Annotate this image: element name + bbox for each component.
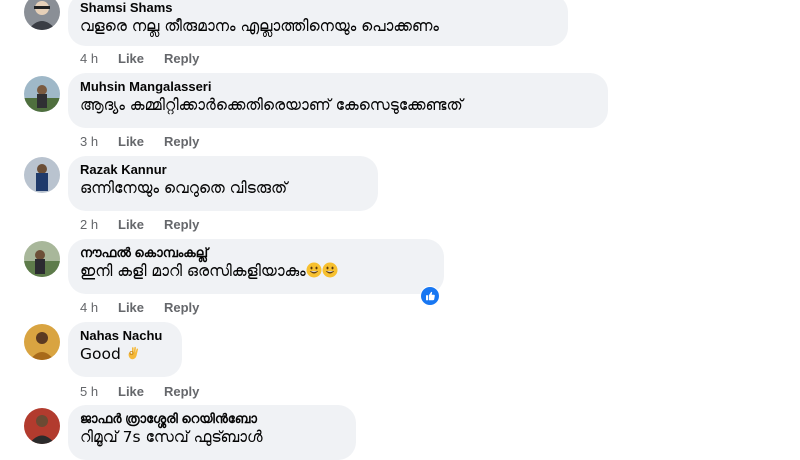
ok-hand-icon xyxy=(128,346,138,360)
comment-actions: 4 h Like Reply xyxy=(80,51,199,67)
comment-bubble: Shamsi Shams വളരെ നല്ല തീരുമാനം എല്ലാത്ത… xyxy=(68,0,568,46)
avatar[interactable] xyxy=(24,76,60,112)
reply-button[interactable]: Reply xyxy=(164,51,199,67)
grinning-face-icon xyxy=(306,262,322,278)
comment-text-content: Good xyxy=(80,345,121,363)
comment-time[interactable]: 3 h xyxy=(80,134,118,150)
comment-bubble: Nahas Nachu Good xyxy=(68,322,182,377)
comment-text: ഇനി കളി മാറി ഒരസികളിയാകും xyxy=(80,261,432,282)
comment-text-content: ഇനി കളി മാറി ഒരസികളിയാകും xyxy=(80,262,306,280)
avatar[interactable] xyxy=(24,0,60,30)
comment-time[interactable]: 5 h xyxy=(80,384,118,400)
comment-actions: 4 h Like Reply xyxy=(80,300,199,316)
comment-author[interactable]: Shamsi Shams xyxy=(80,0,556,16)
comment-time[interactable]: 4 h xyxy=(80,51,118,67)
comment-text: റിമൂവ് 7s സേവ് ഫുട്ബാൾ xyxy=(80,428,263,446)
comment-actions: 2 h Like Reply xyxy=(80,217,199,233)
comment-actions: 3 h Like Reply xyxy=(80,134,199,150)
comment-text: ഒന്നിനേയും വെറുതെ വിടരുത് xyxy=(80,179,288,197)
like-button[interactable]: Like xyxy=(118,300,164,316)
grinning-face-icon xyxy=(322,262,338,278)
comment-author[interactable]: Nahas Nachu xyxy=(80,328,170,344)
like-reaction-icon xyxy=(421,287,439,305)
like-button[interactable]: Like xyxy=(118,217,164,233)
reply-button[interactable]: Reply xyxy=(164,300,199,316)
like-button[interactable]: Like xyxy=(118,51,164,67)
comment-author[interactable]: Muhsin Mangalasseri xyxy=(80,79,596,95)
comment-bubble: Razak Kannur ഒന്നിനേയും വെറുതെ വിടരുത് xyxy=(68,156,378,211)
comment-bubble: Muhsin Mangalasseri ആദ്യം കമ്മിറ്റിക്കാർ… xyxy=(68,73,608,128)
reaction-badge[interactable] xyxy=(420,286,440,306)
avatar[interactable] xyxy=(24,324,60,360)
reply-button[interactable]: Reply xyxy=(164,217,199,233)
comment-actions: 5 h Like Reply xyxy=(80,384,199,400)
avatar[interactable] xyxy=(24,408,60,444)
reply-button[interactable]: Reply xyxy=(164,384,199,400)
comment-author[interactable]: Razak Kannur xyxy=(80,162,366,178)
comment-author[interactable]: ജാഫർ ത്രാശ്ശേരി റെയിൻബോ xyxy=(80,411,344,427)
like-button[interactable]: Like xyxy=(118,384,164,400)
comment-text: വളരെ നല്ല തീരുമാനം എല്ലാത്തിനെയും പൊക്കണ… xyxy=(80,17,439,35)
comment-time[interactable]: 4 h xyxy=(80,300,118,316)
reply-button[interactable]: Reply xyxy=(164,134,199,150)
comment-time[interactable]: 2 h xyxy=(80,217,118,233)
comment-bubble: നൗഫൽ കൊമ്പംകല്ല് ഇനി കളി മാറി ഒരസികളിയാക… xyxy=(68,239,444,294)
like-button[interactable]: Like xyxy=(118,134,164,150)
comment-text: ആദ്യം കമ്മിറ്റിക്കാർക്കെതിരെയാണ് കേസെടുക… xyxy=(80,96,463,114)
comment-text: Good xyxy=(80,344,170,365)
comment-bubble: ജാഫർ ത്രാശ്ശേരി റെയിൻബോ റിമൂവ് 7s സേവ് ഫ… xyxy=(68,405,356,460)
comment-author[interactable]: നൗഫൽ കൊമ്പംകല്ല് xyxy=(80,245,432,261)
avatar[interactable] xyxy=(24,157,60,193)
avatar[interactable] xyxy=(24,241,60,277)
